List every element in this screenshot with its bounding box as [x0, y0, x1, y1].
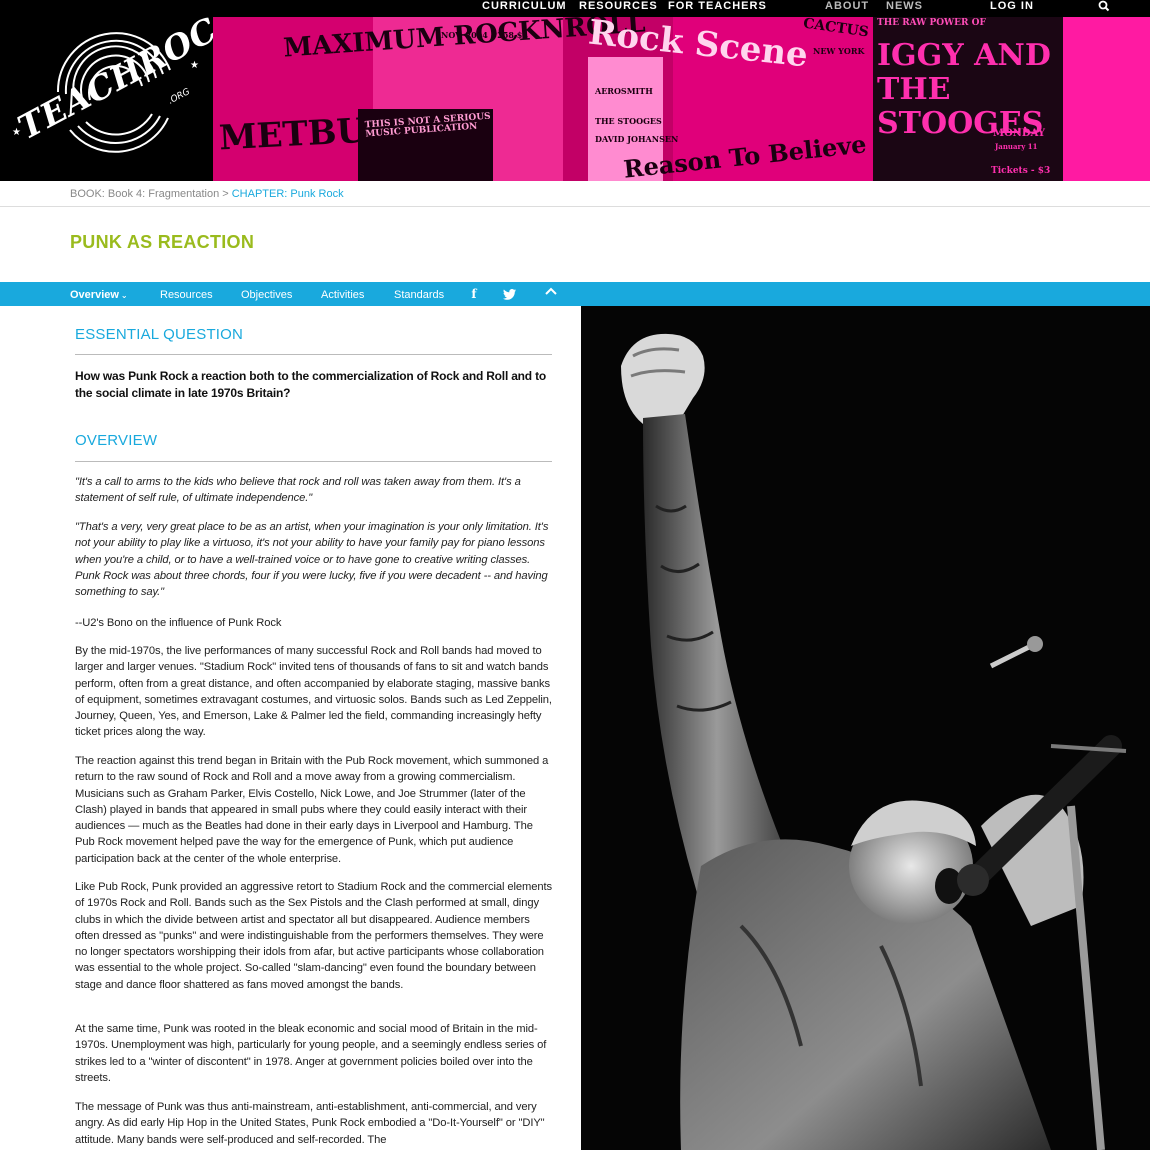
breadcrumb-divider — [0, 206, 1150, 207]
overview-paragraph: Like Pub Rock, Punk provided an aggressi… — [75, 881, 552, 991]
overview-paragraph: The message of Punk was thus anti-mainst… — [75, 1101, 545, 1146]
lesson-tab-bar: Overview ⌄ Resources Objectives Activitie… — [0, 282, 1150, 306]
nav-news[interactable]: NEWS — [886, 0, 923, 14]
nav-about[interactable]: ABOUT — [825, 0, 869, 14]
banner-text: MONDAY — [993, 128, 1045, 139]
banner-text: Tickets - $3 — [991, 166, 1051, 176]
breadcrumb-separator: > — [219, 188, 232, 200]
punk-singer-illustration — [581, 306, 1150, 1150]
lesson-content: ESSENTIAL QUESTION How was Punk Rock a r… — [0, 306, 581, 1150]
logo-wordmark: TEACHROCK — [11, 0, 213, 147]
tab-overview-label: Overview — [70, 289, 119, 301]
teachrock-logo-mark: ★ ★ TEACHROCK .ORG — [11, 0, 250, 153]
nav-for-teachers[interactable]: FOR TEACHERS — [668, 0, 767, 14]
chevron-up-icon[interactable] — [543, 284, 559, 300]
breadcrumb-book[interactable]: BOOK: Book 4: Fragmentation — [70, 188, 219, 200]
search-icon[interactable] — [1097, 0, 1111, 12]
tab-resources[interactable]: Resources — [160, 282, 213, 306]
twitter-icon[interactable] — [502, 286, 518, 302]
tab-standards[interactable]: Standards — [394, 282, 444, 306]
banner-text: IGGY AND THE STOOGES — [877, 38, 1051, 141]
essential-question-heading: ESSENTIAL QUESTION — [75, 326, 244, 343]
banner-text: THE STOOGES — [595, 116, 662, 126]
overview-paragraph: At the same time, Punk was rooted in the… — [75, 1023, 547, 1084]
nav-curriculum[interactable]: CURRICULUM — [482, 0, 567, 14]
svg-text:★: ★ — [190, 60, 199, 71]
breadcrumb: BOOK: Book 4: Fragmentation > CHAPTER: P… — [70, 188, 344, 202]
banner-text: NOV. 2004 #258 $4 — [441, 30, 528, 40]
essential-question-text: How was Punk Rock a reaction both to the… — [75, 369, 547, 400]
banner-text: NEW YORK — [813, 46, 865, 56]
banner-text: January 11 — [995, 142, 1038, 151]
logo-suffix: .ORG — [167, 87, 192, 107]
quote-attribution: --U2's Bono on the influence of Punk Roc… — [75, 617, 282, 629]
site-header: ★ ★ TEACHROCK .ORG MAXIMUM ROCKNROLL NOV… — [0, 0, 1150, 181]
tab-objectives[interactable]: Objectives — [241, 282, 292, 306]
header-banner-image: MAXIMUM ROCKNROLL NOV. 2004 #258 $4 Rock… — [213, 17, 1150, 181]
overview-paragraph: By the mid-1970s, the live performances … — [75, 645, 552, 739]
chevron-down-icon: ⌄ — [120, 291, 128, 300]
banner-text: THE RAW POWER OF — [877, 18, 986, 28]
overview-quote: "It's a call to arms to the kids who bel… — [75, 476, 521, 505]
overview-quote: "That's a very, very great place to be a… — [75, 521, 549, 599]
teachrock-logo[interactable]: ★ ★ TEACHROCK .ORG — [0, 0, 250, 181]
section-divider — [75, 461, 552, 462]
overview-paragraph: The reaction against this trend began in… — [75, 755, 549, 865]
banner-text: DAVID JOHANSEN — [595, 134, 679, 144]
tab-overview[interactable]: Overview ⌄ — [70, 282, 128, 306]
banner-text: AEROSMITH — [595, 86, 653, 96]
overview-heading: OVERVIEW — [75, 432, 158, 449]
breadcrumb-chapter[interactable]: CHAPTER: Punk Rock — [232, 188, 344, 200]
top-navigation: CURRICULUM RESOURCES FOR TEACHERS ABOUT … — [0, 0, 1150, 17]
nav-log-in[interactable]: LOG IN — [990, 0, 1034, 14]
punk-singer-photo — [581, 306, 1150, 1150]
nav-resources[interactable]: RESOURCES — [579, 0, 658, 14]
page-title: PUNK AS REACTION — [70, 232, 255, 252]
section-divider — [75, 354, 552, 355]
tab-activities[interactable]: Activities — [321, 282, 364, 306]
facebook-icon[interactable]: f — [466, 286, 482, 302]
